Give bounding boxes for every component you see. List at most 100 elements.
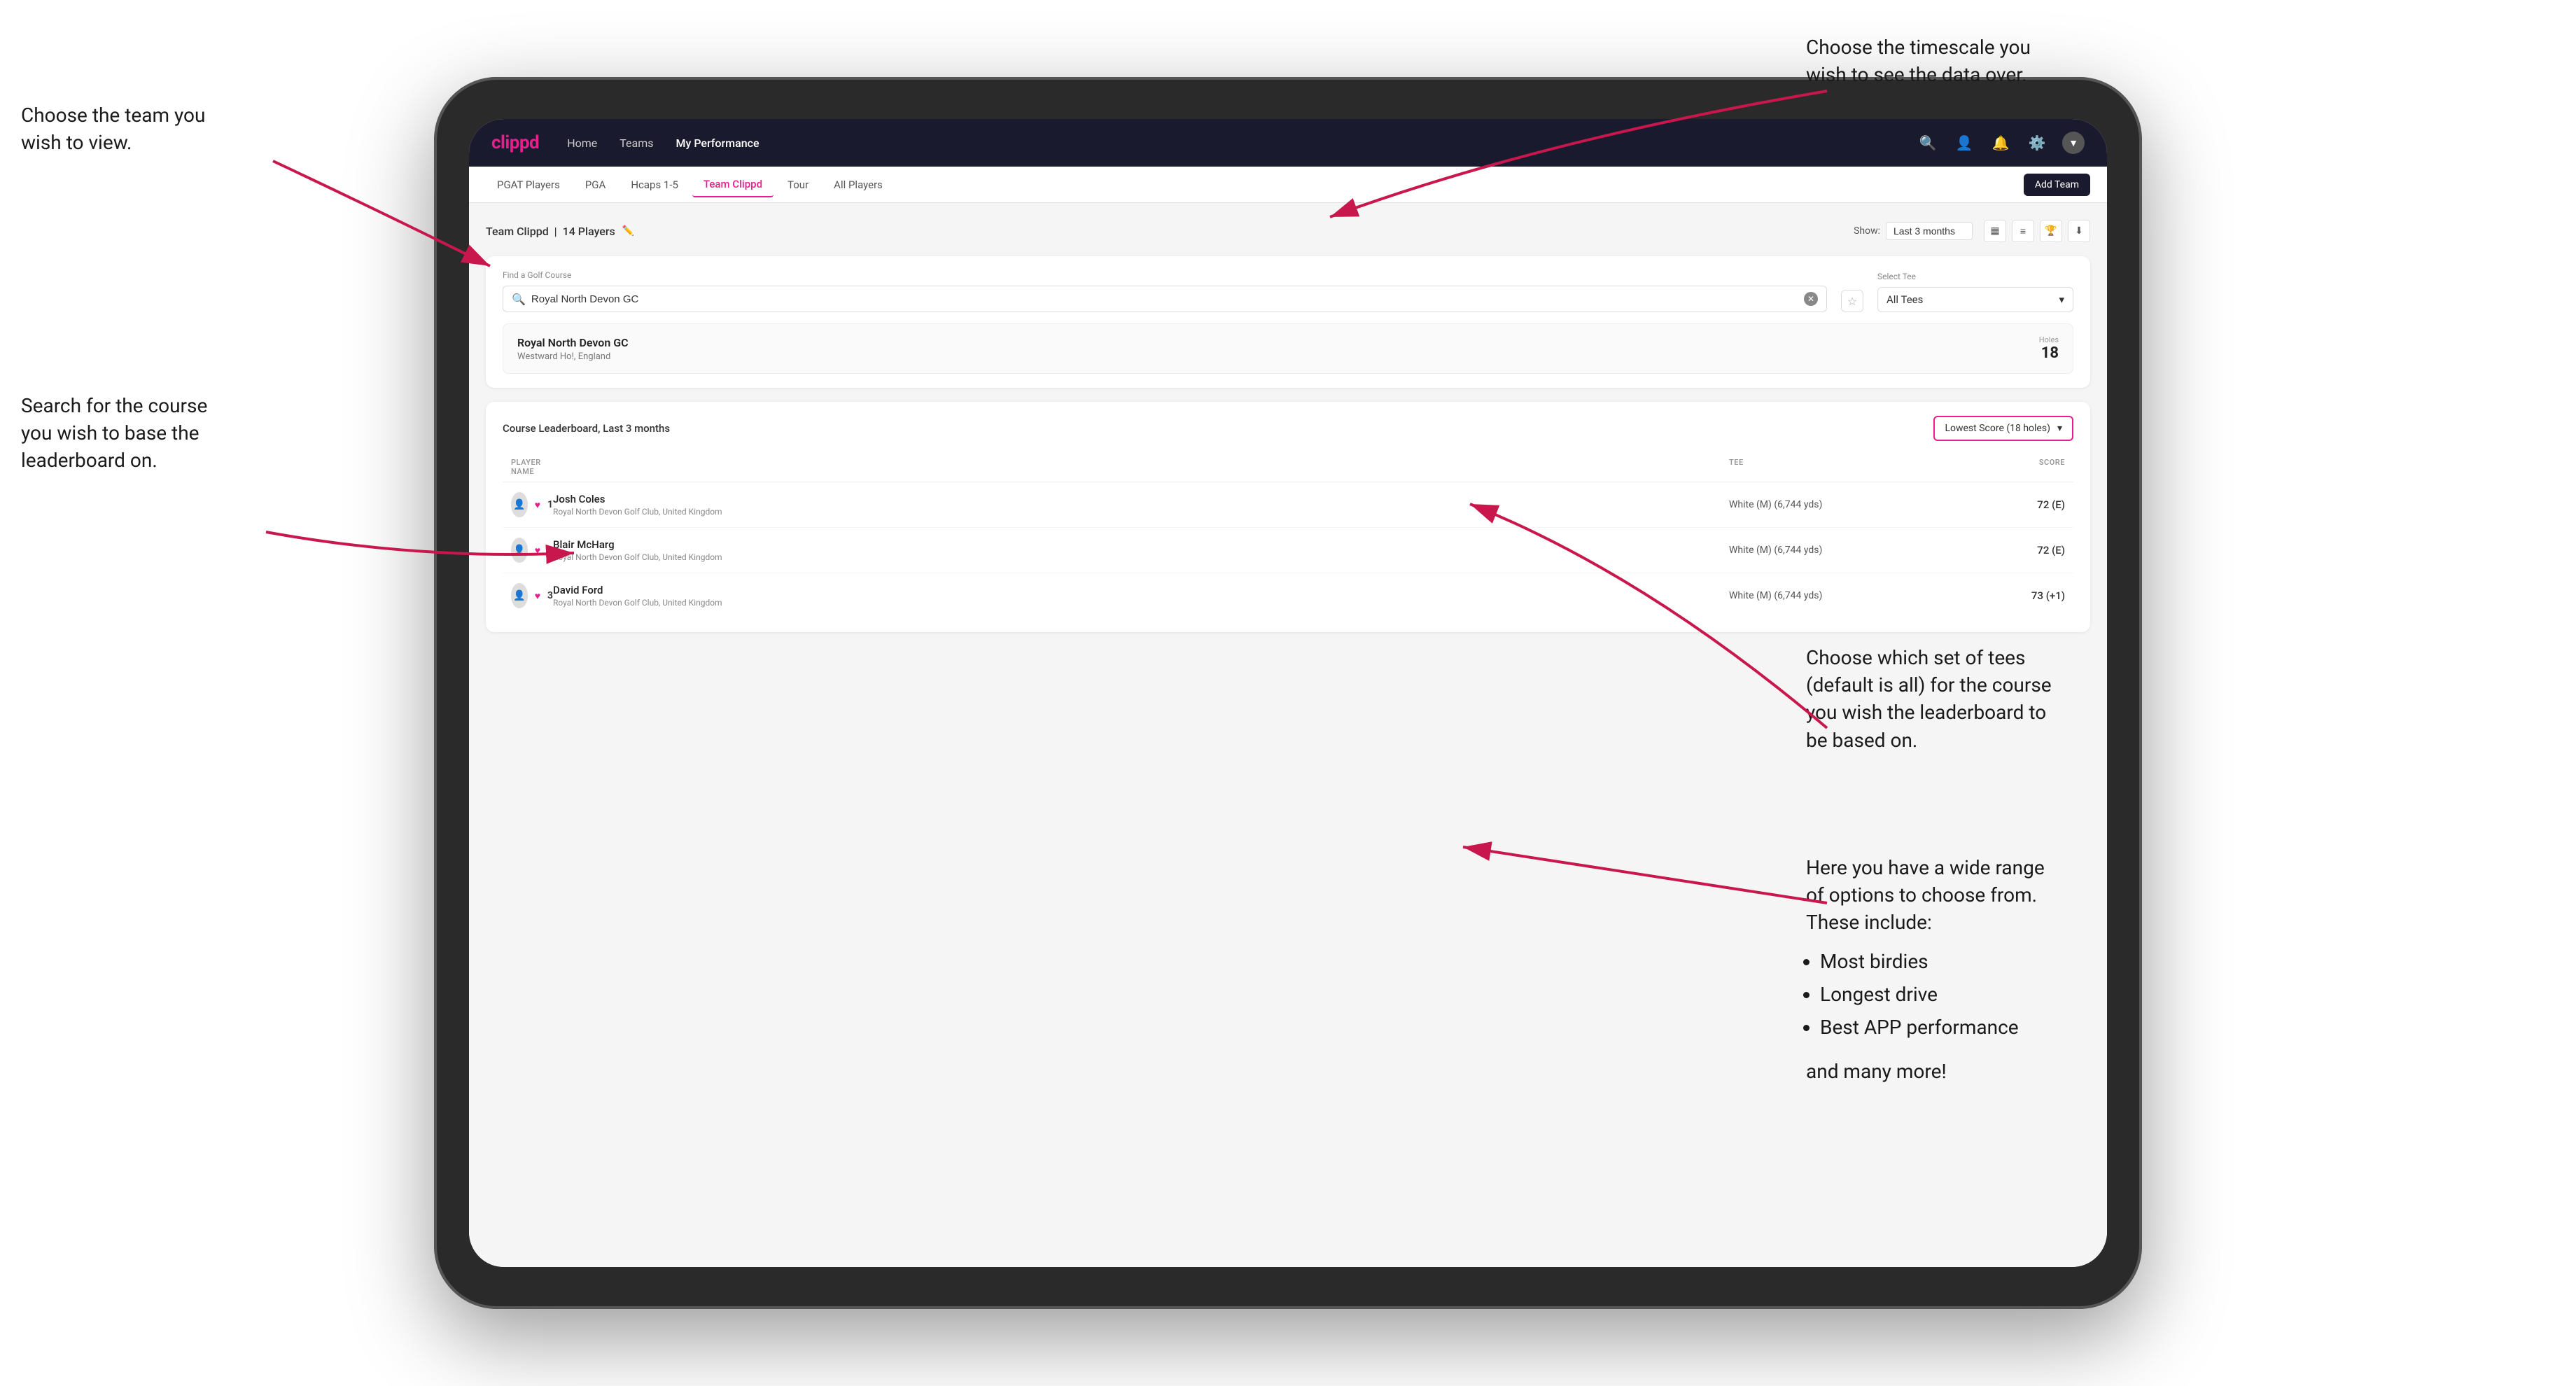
player-avatar-1: 👤 (511, 492, 528, 517)
leaderboard-header: Course Leaderboard, Last 3 months Lowest… (503, 416, 2073, 441)
annotation-extra: and many more! (1806, 1058, 2045, 1085)
find-course-label: Find a Golf Course (503, 270, 1827, 280)
search-input[interactable] (531, 293, 1798, 305)
team-title: Team Clippd | 14 Players (486, 225, 615, 238)
tee-select-wrapper[interactable]: All Tees ▾ (1877, 287, 2073, 312)
bullet-app: Best APP performance (1820, 1014, 2045, 1041)
bullet-birdies: Most birdies (1820, 948, 2045, 975)
heart-icon-2[interactable]: ♥ (535, 545, 540, 556)
team-header-row: Team Clippd | 14 Players ✏️ Show: Last 3… (486, 220, 2090, 242)
course-result-info: Royal North Devon GC Westward Ho!, Engla… (517, 336, 629, 362)
list-view-icon[interactable]: ≡ (2012, 220, 2034, 242)
avatar[interactable]: ▼ (2062, 132, 2085, 154)
settings-icon[interactable]: ⚙️ (2026, 132, 2048, 154)
player-avatar-2: 👤 (511, 538, 528, 563)
annotation-timescale: Choose the timescale you wish to see the… (1806, 34, 2031, 88)
nav-icons: 🔍 👤 🔔 ⚙️ ▼ (1917, 132, 2085, 154)
app-logo: clippd (491, 132, 539, 153)
tee-label: Select Tee (1877, 272, 2073, 281)
tee-col-1: White (M) (6,744 yds) (1729, 499, 1939, 510)
player-info-2: Blair McHarg Royal North Devon Golf Club… (553, 538, 1729, 562)
rank-2: 1 (547, 545, 553, 556)
table-row: 👤 ♥ 1 Josh Coles Royal North Devon Golf … (503, 482, 2073, 528)
holes-number: 18 (2039, 344, 2059, 362)
bullet-list: Most birdies Longest drive Best APP perf… (1820, 948, 2045, 1042)
heart-icon-1[interactable]: ♥ (535, 499, 540, 511)
tee-select-field: Select Tee All Tees ▾ (1877, 272, 2073, 312)
annotation-tees: Choose which set of tees (default is all… (1806, 644, 2052, 754)
score-type-select[interactable]: Lowest Score (18 holes) ▾ (1933, 416, 2073, 441)
tee-col-2: White (M) (6,744 yds) (1729, 545, 1939, 556)
score-type-chevron-icon: ▾ (2057, 423, 2062, 434)
leaderboard-card: Course Leaderboard, Last 3 months Lowest… (486, 402, 2090, 632)
player-club-2: Royal North Devon Golf Club, United King… (553, 552, 1729, 562)
top-nav: clippd Home Teams My Performance 🔍 👤 🔔 ⚙… (469, 119, 2107, 167)
tee-col-3: White (M) (6,744 yds) (1729, 590, 1939, 601)
tab-pga[interactable]: PGA (574, 173, 617, 197)
leaderboard-table: PLAYER NAME TEE SCORE 👤 ♥ 1 (503, 452, 2073, 618)
table-row: 👤 ♥ 3 David Ford Royal North Devon Golf … (503, 573, 2073, 618)
course-holes: Holes 18 (2039, 335, 2059, 362)
player-name-2: Blair McHarg (553, 538, 1729, 551)
show-select[interactable]: Last 3 months (1886, 222, 1973, 240)
tab-pgat-players[interactable]: PGAT Players (486, 173, 571, 197)
tab-hcaps[interactable]: Hcaps 1-5 (620, 173, 690, 197)
trophy-icon[interactable]: 🏆 (2040, 220, 2062, 242)
add-team-button[interactable]: Add Team (2024, 174, 2090, 196)
player-name-3: David Ford (553, 584, 1729, 596)
player-rank-col-3: 👤 ♥ 3 (511, 583, 553, 608)
users-icon[interactable]: 👤 (1953, 132, 1975, 154)
search-row: Find a Golf Course 🔍 ✕ ☆ Select Tee A (503, 270, 2073, 312)
rank-3: 3 (547, 590, 553, 601)
tee-value: All Tees (1886, 293, 1923, 306)
heart-icon-3[interactable]: ♥ (535, 590, 540, 602)
player-info-1: Josh Coles Royal North Devon Golf Club, … (553, 493, 1729, 517)
annotation-team-choice: Choose the team you wish to view. (21, 102, 205, 156)
show-label: Show: (1854, 225, 1880, 237)
col-tee: TEE (1729, 458, 1939, 476)
player-club-3: Royal North Devon Golf Club, United King… (553, 598, 1729, 608)
player-rank-col-2: 👤 ♥ 1 (511, 538, 553, 563)
player-club-1: Royal North Devon Golf Club, United King… (553, 507, 1729, 517)
annotation-options-text: Here you have a wide range of options to… (1806, 856, 2045, 934)
col-tee-spacer (553, 458, 1729, 476)
col-score: SCORE (1939, 458, 2065, 476)
search-input-wrapper: 🔍 ✕ (503, 286, 1827, 312)
col-player-name: PLAYER NAME (511, 458, 553, 476)
leaderboard-title: Course Leaderboard, Last 3 months (503, 422, 670, 435)
tab-team-clippd[interactable]: Team Clippd (692, 172, 774, 197)
nav-teams[interactable]: Teams (620, 136, 653, 150)
tab-tour[interactable]: Tour (776, 173, 820, 197)
score-col-2: 72 (E) (1939, 544, 2065, 556)
score-col-1: 72 (E) (1939, 498, 2065, 511)
table-header: PLAYER NAME TEE SCORE (503, 452, 2073, 482)
player-rank-col-1: 👤 ♥ 1 (511, 492, 553, 517)
sub-nav: PGAT Players PGA Hcaps 1-5 Team Clippd T… (469, 167, 2107, 203)
course-result[interactable]: Royal North Devon GC Westward Ho!, Engla… (503, 323, 2073, 374)
table-row: 👤 ♥ 1 Blair McHarg Royal North Devon Gol… (503, 528, 2073, 573)
nav-home[interactable]: Home (567, 136, 597, 150)
team-edit-icon[interactable]: ✏️ (622, 225, 634, 237)
view-icons: ▦ ≡ 🏆 ⬇ (1984, 220, 2090, 242)
course-name: Royal North Devon GC (517, 336, 629, 349)
tee-chevron-icon: ▾ (2059, 293, 2064, 306)
holes-label: Holes (2039, 335, 2059, 344)
clear-search-button[interactable]: ✕ (1804, 292, 1818, 306)
tab-all-players[interactable]: All Players (822, 173, 894, 197)
player-name-1: Josh Coles (553, 493, 1729, 505)
favorite-button[interactable]: ☆ (1841, 290, 1863, 312)
score-col-3: 73 (+1) (1939, 589, 2065, 602)
bell-icon[interactable]: 🔔 (1989, 132, 2012, 154)
bullet-drive: Longest drive (1820, 981, 2045, 1008)
download-icon[interactable]: ⬇ (2068, 220, 2090, 242)
nav-links: Home Teams My Performance (567, 136, 1889, 150)
rank-1: 1 (547, 499, 553, 510)
annotation-course-search: Search for the course you wish to base t… (21, 392, 207, 475)
grid-view-icon[interactable]: ▦ (1984, 220, 2006, 242)
course-search-field: Find a Golf Course 🔍 ✕ (503, 270, 1827, 312)
search-card: Find a Golf Course 🔍 ✕ ☆ Select Tee A (486, 256, 2090, 388)
player-info-3: David Ford Royal North Devon Golf Club, … (553, 584, 1729, 608)
nav-my-performance[interactable]: My Performance (676, 136, 760, 150)
search-icon[interactable]: 🔍 (1917, 132, 1939, 154)
score-type-value: Lowest Score (18 holes) (1945, 423, 2050, 434)
